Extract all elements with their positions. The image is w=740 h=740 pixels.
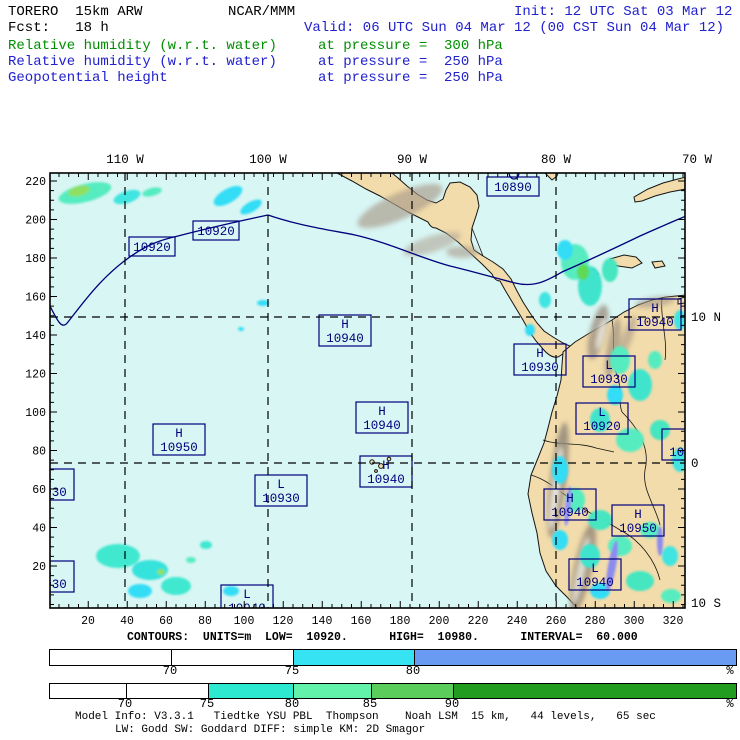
svg-text:H: H	[378, 405, 386, 419]
axis-label: 180	[390, 615, 411, 628]
colorbar-segment	[126, 684, 208, 698]
colorbar-tick-label: 75	[199, 697, 215, 711]
weather-map-page: TORERO 15km ARW NCAR/MMM Init: 12 UTC Sa…	[0, 0, 740, 740]
svg-text:10930: 10930	[669, 446, 707, 460]
colorbar-tick-label: 80	[284, 697, 300, 711]
svg-text:H: H	[536, 347, 544, 361]
colorbar-segment	[453, 684, 736, 698]
axis-label: 70 W	[682, 153, 713, 167]
axis-label: 40	[32, 523, 46, 536]
svg-text:H: H	[341, 318, 349, 332]
svg-text:10930: 10930	[29, 578, 67, 592]
axis-label: 220	[468, 615, 489, 628]
axis-label: 60	[32, 484, 46, 497]
axis-label: 260	[546, 615, 567, 628]
svg-text:10940: 10940	[367, 473, 405, 487]
svg-text:10890: 10890	[494, 181, 532, 195]
model-info-line-1: Model Info: V3.3.1 Tiedtke YSU PBL Thomp…	[75, 711, 656, 723]
axis-label: 180	[25, 253, 46, 266]
colorbar-segment	[50, 650, 171, 665]
colorbar-tick-label: 70	[162, 664, 178, 678]
axis-label: 320	[663, 615, 684, 628]
svg-text:L: L	[277, 478, 285, 492]
axis-label: 10 N	[691, 311, 721, 325]
axis-label: 90 W	[397, 153, 428, 167]
axis-label: 80 W	[541, 153, 572, 167]
colorbar-rh-250hpa	[49, 649, 737, 666]
svg-text:L: L	[598, 406, 606, 420]
colorbar-segment	[293, 650, 414, 665]
colorbar-segment	[171, 650, 293, 665]
axis-label: 100 W	[249, 153, 287, 167]
svg-text:10940: 10940	[551, 506, 589, 520]
colorbar-segment	[371, 684, 453, 698]
axis-label: 240	[507, 615, 528, 628]
svg-text:L: L	[591, 562, 599, 576]
axis-label: 100	[25, 407, 46, 420]
colorbar-tick-label: %	[726, 664, 734, 678]
svg-text:10920: 10920	[583, 420, 621, 434]
colorbar-segment	[50, 684, 126, 698]
svg-text:10940: 10940	[363, 419, 401, 433]
axis-label: 40	[120, 615, 134, 628]
colorbar-tick-label: 85	[362, 697, 378, 711]
model-info-line-2: LW: Godd SW: Goddard DIFF: simple KM: 2D…	[115, 724, 426, 736]
axis-label: 60	[159, 615, 173, 628]
axis-label: 20	[32, 561, 46, 574]
svg-text:10940: 10940	[576, 576, 614, 590]
axis-label: 110 W	[106, 153, 144, 167]
colorbar-tick-label: 80	[405, 664, 421, 678]
axis-label: 20	[81, 615, 95, 628]
axis-label: 0	[691, 457, 699, 471]
axis-label: 200	[25, 215, 46, 228]
svg-text:H: H	[634, 508, 642, 522]
svg-text:10940: 10940	[228, 602, 266, 616]
axis-label: 220	[25, 176, 46, 189]
contours-info: CONTOURS: UNITS=m LOW= 10920. HIGH= 1098…	[127, 631, 638, 644]
svg-text:10930: 10930	[521, 361, 559, 375]
axis-label: 160	[25, 292, 46, 305]
axis-label: 120	[25, 369, 46, 382]
axis-label: 10 S	[691, 597, 721, 611]
svg-text:10940: 10940	[636, 316, 674, 330]
svg-text:10950: 10950	[160, 441, 198, 455]
colorbar-segment	[208, 684, 293, 698]
axis-label: 80	[198, 615, 212, 628]
axis-label: 300	[624, 615, 645, 628]
axis-label: 200	[429, 615, 450, 628]
svg-text:10950: 10950	[619, 522, 657, 536]
svg-text:10940: 10940	[326, 332, 364, 346]
svg-text:10920: 10920	[133, 241, 171, 255]
svg-text:L: L	[605, 359, 613, 373]
map-canvas: 108901092010920H10940H10950H10940H10940L…	[25, 153, 721, 628]
svg-text:L: L	[243, 588, 251, 602]
svg-text:H: H	[566, 492, 574, 506]
axis-label: 120	[273, 615, 294, 628]
colorbar-rh-300hpa	[49, 683, 737, 699]
colorbar-tick-label: 70	[117, 697, 133, 711]
axis-label: 100	[234, 615, 255, 628]
axis-label: 140	[312, 615, 333, 628]
svg-text:10920: 10920	[197, 225, 235, 239]
colorbar-tick-label: 90	[444, 697, 460, 711]
axis-label: 280	[585, 615, 606, 628]
svg-text:H: H	[651, 302, 659, 316]
axis-label: 80	[32, 446, 46, 459]
colorbar-tick-label: 75	[284, 664, 300, 678]
axis-label: 140	[25, 330, 46, 343]
svg-text:H: H	[382, 459, 390, 473]
svg-text:10930: 10930	[590, 373, 628, 387]
axis-label: 160	[351, 615, 372, 628]
colorbar-segment	[414, 650, 736, 665]
colorbar-segment	[293, 684, 371, 698]
svg-text:H: H	[175, 427, 183, 441]
colorbar-tick-label: %	[726, 697, 734, 711]
